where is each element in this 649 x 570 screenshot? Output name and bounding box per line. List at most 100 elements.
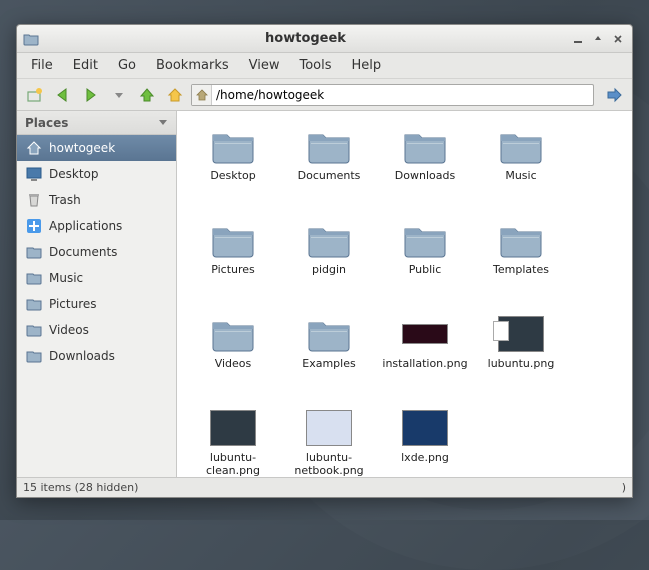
go-button[interactable] [602, 83, 626, 107]
file-item[interactable]: lubuntu-netbook.png [281, 405, 377, 477]
folder-icon [25, 321, 43, 339]
path-home-icon[interactable] [192, 85, 212, 105]
chevron-down-icon [158, 116, 168, 130]
menu-help[interactable]: Help [342, 55, 392, 76]
menu-go[interactable]: Go [108, 55, 146, 76]
desktop-icon [25, 165, 43, 183]
image-icon [401, 313, 449, 355]
file-item[interactable]: Examples [281, 311, 377, 405]
file-label: Documents [298, 169, 361, 182]
status-text: 15 items (28 hidden) [23, 481, 138, 494]
window-title: howtogeek [45, 31, 566, 46]
sidebar-item-applications[interactable]: Applications [17, 213, 176, 239]
file-label: Videos [215, 357, 252, 370]
image-icon [305, 407, 353, 449]
image-thumbnail [210, 410, 256, 446]
file-item[interactable]: lxde.png [377, 405, 473, 477]
path-input[interactable] [212, 88, 593, 102]
titlebar[interactable]: howtogeek [17, 25, 632, 53]
sidebar-item-videos[interactable]: Videos [17, 317, 176, 343]
file-label: Templates [493, 263, 549, 276]
file-item[interactable]: lubuntu-clean.png [185, 405, 281, 477]
image-thumbnail [306, 410, 352, 446]
file-label: lxde.png [401, 451, 449, 464]
sidebar-item-label: Trash [49, 193, 81, 207]
apps-icon [25, 217, 43, 235]
image-thumbnail [402, 410, 448, 446]
folder-icon [305, 125, 353, 167]
folder-icon [25, 269, 43, 287]
sidebar-item-desktop[interactable]: Desktop [17, 161, 176, 187]
file-item[interactable]: Pictures [185, 217, 281, 311]
file-item[interactable]: Downloads [377, 123, 473, 217]
menu-file[interactable]: File [21, 55, 63, 76]
maximize-button[interactable] [590, 31, 606, 47]
file-label: lubuntu-clean.png [188, 451, 278, 477]
sidebar-item-label: Music [49, 271, 83, 285]
folder-icon [23, 31, 39, 47]
file-label: pidgin [312, 263, 346, 276]
file-label: Examples [302, 357, 355, 370]
file-item[interactable]: Desktop [185, 123, 281, 217]
file-label: Public [409, 263, 442, 276]
folder-icon [305, 313, 353, 355]
file-label: lubuntu.png [488, 357, 555, 370]
sidebar-item-music[interactable]: Music [17, 265, 176, 291]
menu-edit[interactable]: Edit [63, 55, 108, 76]
file-item[interactable]: Videos [185, 311, 281, 405]
sidebar-item-label: Applications [49, 219, 122, 233]
folder-icon [497, 125, 545, 167]
history-dropdown[interactable] [107, 83, 131, 107]
sidebar-header[interactable]: Places [17, 111, 176, 135]
file-item[interactable]: Public [377, 217, 473, 311]
file-label: Pictures [211, 263, 255, 276]
trash-icon [25, 191, 43, 209]
file-label: Music [505, 169, 536, 182]
up-button[interactable] [135, 83, 159, 107]
status-right: ) [622, 481, 626, 494]
sidebar-item-label: Downloads [49, 349, 115, 363]
folder-icon [305, 219, 353, 261]
sidebar-item-pictures[interactable]: Pictures [17, 291, 176, 317]
sidebar-item-label: Documents [49, 245, 117, 259]
sidebar-item-howtogeek[interactable]: howtogeek [17, 135, 176, 161]
menubar: FileEditGoBookmarksViewToolsHelp [17, 53, 632, 79]
folder-icon [209, 219, 257, 261]
close-button[interactable] [610, 31, 626, 47]
folder-icon [25, 347, 43, 365]
folder-icon [497, 219, 545, 261]
file-item[interactable]: Music [473, 123, 569, 217]
menu-bookmarks[interactable]: Bookmarks [146, 55, 239, 76]
file-item[interactable]: lubuntu.png [473, 311, 569, 405]
file-label: installation.png [382, 357, 467, 370]
folder-icon [401, 219, 449, 261]
icon-view[interactable]: Desktop Documents Downloads Music Pictures pi… [177, 111, 632, 477]
file-item[interactable]: installation.png [377, 311, 473, 405]
image-icon [401, 407, 449, 449]
menu-tools[interactable]: Tools [289, 55, 341, 76]
sidebar-item-downloads[interactable]: Downloads [17, 343, 176, 369]
back-button[interactable] [51, 83, 75, 107]
home-button[interactable] [163, 83, 187, 107]
file-label: Downloads [395, 169, 455, 182]
file-item[interactable]: pidgin [281, 217, 377, 311]
image-icon [497, 313, 545, 355]
menu-view[interactable]: View [239, 55, 290, 76]
forward-button[interactable] [79, 83, 103, 107]
folder-icon [209, 313, 257, 355]
sidebar-item-documents[interactable]: Documents [17, 239, 176, 265]
sidebar-item-label: Videos [49, 323, 89, 337]
sidebar-item-trash[interactable]: Trash [17, 187, 176, 213]
sidebar-item-label: howtogeek [49, 141, 115, 155]
home-icon [25, 139, 43, 157]
new-tab-button[interactable] [23, 83, 47, 107]
file-item[interactable]: Templates [473, 217, 569, 311]
sidebar: Places howtogeek Desktop Trash Applications… [17, 111, 177, 477]
image-thumbnail [498, 316, 544, 352]
status-bar: 15 items (28 hidden) ) [17, 477, 632, 497]
body: Places howtogeek Desktop Trash Applications… [17, 111, 632, 477]
toolbar [17, 79, 632, 111]
minimize-button[interactable] [570, 31, 586, 47]
file-manager-window: howtogeek FileEditGoBookmarksViewToolsHe… [16, 24, 633, 498]
file-item[interactable]: Documents [281, 123, 377, 217]
